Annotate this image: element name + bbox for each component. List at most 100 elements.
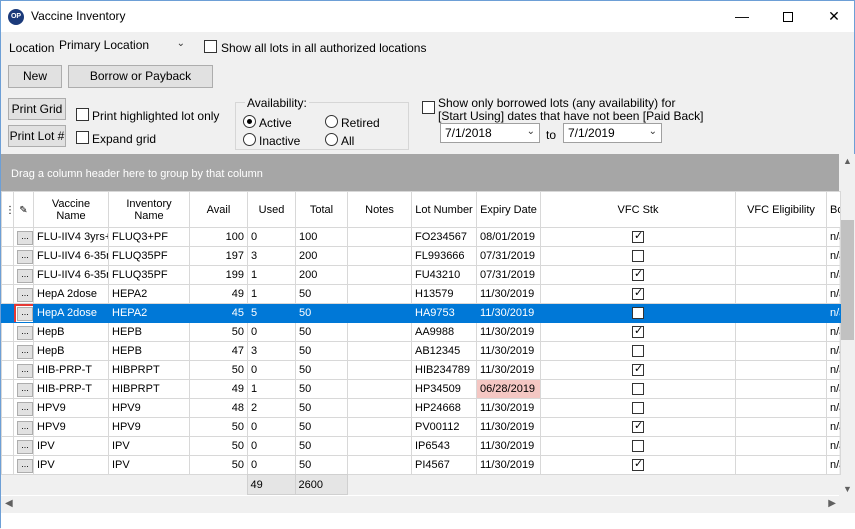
cell-used[interactable]: 1: [247, 284, 296, 304]
cell-vfc-eligibility[interactable]: [735, 398, 827, 418]
row-details-button[interactable]: ...: [17, 249, 33, 264]
vfc-stk-checkbox[interactable]: [632, 286, 644, 301]
vfc-stk-checkbox[interactable]: [632, 307, 644, 320]
cell-used[interactable]: 0: [247, 360, 296, 380]
cell-expiry-date[interactable]: 11/30/2019: [476, 303, 541, 323]
cell-inventory-name[interactable]: HIBPRPT: [108, 379, 190, 399]
col-lot-number[interactable]: Lot Number: [411, 191, 477, 228]
cell-total[interactable]: 50: [295, 436, 348, 456]
cell-lot-number[interactable]: PV00112: [411, 417, 477, 437]
cell-vfc-stk[interactable]: [540, 417, 736, 437]
vfc-stk-checkbox[interactable]: [632, 402, 644, 415]
print-lot-button[interactable]: Print Lot #: [8, 125, 66, 147]
cell-notes[interactable]: [347, 265, 412, 285]
cell-avail[interactable]: 45: [189, 303, 248, 323]
cell-used[interactable]: 0: [247, 227, 296, 247]
cell-inventory-name[interactable]: HPV9: [108, 417, 190, 437]
row-details-button[interactable]: ...: [17, 268, 33, 283]
cell-borrowed[interactable]: n/a: [826, 303, 841, 323]
table-row[interactable]: ...HPV9HPV950050PV0011211/30/2019n/a: [1, 417, 841, 437]
cell-used[interactable]: 1: [247, 379, 296, 399]
table-row[interactable]: ...HPV9HPV948250HP2466811/30/2019n/a: [1, 398, 841, 418]
col-borrowed[interactable]: Borrowed: [826, 191, 841, 228]
cell-vfc-eligibility[interactable]: [735, 284, 827, 304]
minimize-button[interactable]: —: [719, 1, 765, 32]
cell-lot-number[interactable]: HIB234789: [411, 360, 477, 380]
cell-vaccine-name[interactable]: IPV: [33, 455, 109, 475]
vfc-stk-checkbox[interactable]: [632, 267, 644, 282]
cell-vaccine-name[interactable]: HIB-PRP-T: [33, 360, 109, 380]
cell-expiry-date[interactable]: 11/30/2019: [476, 284, 541, 304]
cell-expiry-date[interactable]: 08/01/2019: [476, 227, 541, 247]
radio-active[interactable]: [243, 115, 256, 128]
cell-notes[interactable]: [347, 436, 412, 456]
vertical-scroll-thumb[interactable]: [841, 220, 854, 340]
cell-used[interactable]: 5: [247, 303, 296, 323]
cell-used[interactable]: 0: [247, 322, 296, 342]
vertical-scrollbar[interactable]: ▲ ▼: [839, 154, 855, 496]
cell-vfc-stk[interactable]: [540, 360, 736, 380]
cell-total[interactable]: 50: [295, 303, 348, 323]
cell-notes[interactable]: [347, 227, 412, 247]
table-row[interactable]: ... FLU-IIV4 3yrs+ FLUQ3+PF 100 0 100 FO234567…: [1, 227, 841, 247]
col-vfc-stk[interactable]: VFC Stk: [540, 191, 736, 228]
table-row[interactable]: ... FLU-IIV4 6-35m FLUQ35PF 197 3 200 FL993666…: [1, 246, 841, 266]
cell-inventory-name[interactable]: HEPB: [108, 322, 190, 342]
from-date-picker[interactable]: 7/1/2018 ⌄: [440, 123, 540, 143]
cell-borrowed[interactable]: n/a: [826, 246, 841, 266]
vfc-stk-checkbox[interactable]: [632, 419, 644, 434]
cell-inventory-name[interactable]: FLUQ35PF: [108, 246, 190, 266]
cell-used[interactable]: 1: [247, 265, 296, 285]
cell-expiry-date[interactable]: 06/28/2019: [476, 379, 541, 399]
cell-borrowed[interactable]: n/a: [826, 265, 841, 285]
cell-inventory-name[interactable]: HEPB: [108, 341, 190, 361]
cell-inventory-name[interactable]: FLUQ3+PF: [108, 227, 190, 247]
cell-vfc-eligibility[interactable]: [735, 322, 827, 342]
cell-notes[interactable]: [347, 398, 412, 418]
col-expiry-date[interactable]: Expiry Date: [476, 191, 541, 228]
radio-retired[interactable]: [325, 115, 338, 128]
cell-vfc-stk[interactable]: [540, 379, 736, 399]
cell-vfc-stk[interactable]: [540, 227, 736, 247]
cell-vfc-stk[interactable]: [540, 322, 736, 342]
cell-vaccine-name[interactable]: HepB: [33, 341, 109, 361]
cell-borrowed[interactable]: n/a: [826, 436, 841, 456]
cell-avail[interactable]: 48: [189, 398, 248, 418]
cell-vfc-stk[interactable]: [540, 341, 736, 361]
cell-avail[interactable]: 47: [189, 341, 248, 361]
cell-total[interactable]: 50: [295, 341, 348, 361]
cell-total[interactable]: 50: [295, 417, 348, 437]
cell-vfc-stk[interactable]: [540, 303, 736, 323]
cell-vfc-stk[interactable]: [540, 246, 736, 266]
show-all-lots-checkbox[interactable]: [204, 40, 217, 53]
horizontal-scrollbar[interactable]: ◀ ▶: [1, 496, 855, 513]
table-row[interactable]: ...HepBHEPB50050AA998811/30/2019n/a: [1, 322, 841, 342]
cell-expiry-date[interactable]: 11/30/2019: [476, 322, 541, 342]
cell-vfc-eligibility[interactable]: [735, 303, 827, 323]
scroll-down-icon[interactable]: ▼: [843, 484, 852, 494]
cell-vaccine-name[interactable]: HPV9: [33, 398, 109, 418]
to-date-picker[interactable]: 7/1/2019 ⌄: [563, 123, 662, 143]
cell-vfc-eligibility[interactable]: [735, 417, 827, 437]
group-by-panel[interactable]: Drag a column header here to group by th…: [1, 154, 839, 191]
cell-notes[interactable]: [347, 303, 412, 323]
cell-inventory-name[interactable]: HPV9: [108, 398, 190, 418]
cell-expiry-date[interactable]: 07/31/2019: [476, 265, 541, 285]
cell-inventory-name[interactable]: HIBPRPT: [108, 360, 190, 380]
borrow-payback-button[interactable]: Borrow or Payback: [68, 65, 213, 88]
col-vfc-eligibility[interactable]: VFC Eligibility: [735, 191, 827, 228]
cell-expiry-date[interactable]: 11/30/2019: [476, 417, 541, 437]
cell-vfc-stk[interactable]: [540, 455, 736, 475]
table-row[interactable]: ...IPVIPV50050IP654311/30/2019n/a: [1, 436, 841, 456]
print-grid-button[interactable]: Print Grid: [8, 98, 66, 120]
vfc-stk-checkbox[interactable]: [632, 440, 644, 453]
cell-lot-number[interactable]: IP6543: [411, 436, 477, 456]
table-row[interactable]: ... HepA 2dose HEPA2 45 5 50 HA9753 11/30/2019 n…: [1, 303, 841, 323]
cell-expiry-date[interactable]: 11/30/2019: [476, 398, 541, 418]
new-button[interactable]: New: [8, 65, 62, 88]
location-dropdown[interactable]: Primary Location ⌄: [55, 36, 189, 56]
cell-borrowed[interactable]: n/a: [826, 455, 841, 475]
cell-expiry-date[interactable]: 07/31/2019: [476, 246, 541, 266]
print-highlighted-checkbox[interactable]: [76, 108, 89, 121]
row-details-button[interactable]: ...: [17, 439, 33, 454]
